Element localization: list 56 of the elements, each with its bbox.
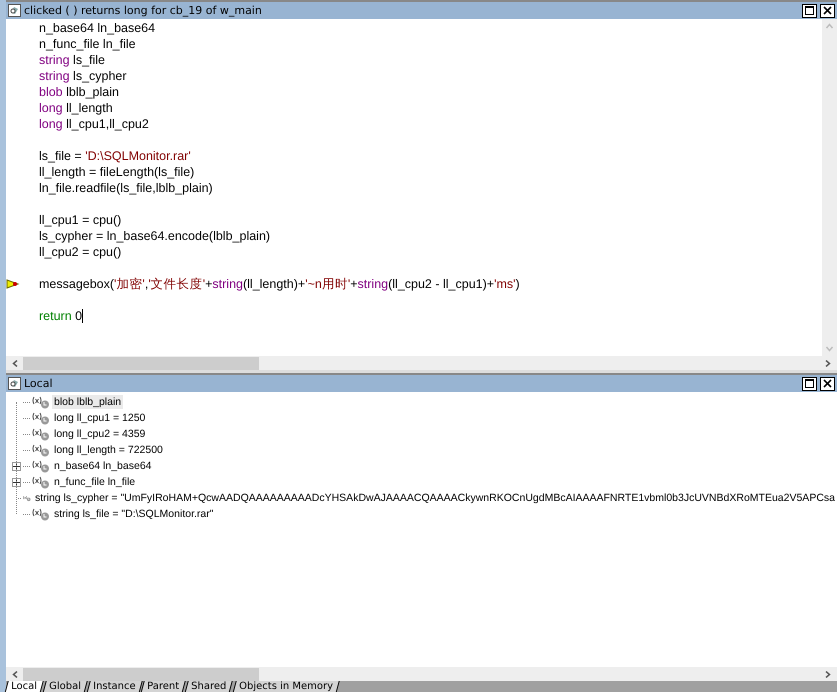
code-line: ls_file = 'D:\SQLMonitor.rar'	[39, 149, 191, 163]
pane-title: clicked ( ) returns long for cb_19 of w_main	[24, 4, 263, 17]
variable-item[interactable]: blob lblb_plain	[52, 395, 124, 409]
variable-icon	[32, 412, 50, 424]
tab[interactable]: Objects in Memory	[232, 681, 340, 692]
variable-icon	[32, 508, 50, 520]
variable-item[interactable]: n_base64 ln_base64	[52, 459, 154, 473]
code-line: ll_length = fileLength(ls_file)	[39, 165, 194, 179]
tab[interactable]: Shared	[184, 681, 234, 692]
tab[interactable]: Global	[42, 681, 88, 692]
scroll-left-icon[interactable]	[12, 360, 19, 366]
scroll-right-icon[interactable]	[824, 360, 831, 366]
code-line: n_base64 ln_base64	[39, 21, 156, 35]
maximize-button[interactable]	[802, 376, 817, 390]
code-line: string ls_cypher	[39, 69, 127, 83]
variable-icon	[32, 444, 50, 456]
scrollbar-thumb[interactable]	[23, 356, 259, 370]
scrollbar-thumb[interactable]	[23, 668, 259, 680]
close-button[interactable]	[820, 4, 835, 18]
code-line: ll_cpu2 = cpu()	[39, 245, 122, 259]
code-line: ll_cpu1 = cpu()	[39, 213, 122, 227]
variable-item[interactable]: long ll_cpu1 = 1250	[52, 411, 148, 425]
window-icon	[8, 4, 21, 17]
variable-item[interactable]: long ll_length = 722500	[52, 443, 165, 457]
tab[interactable]: Instance	[86, 681, 142, 692]
close-button[interactable]	[820, 376, 835, 390]
tab[interactable]: Parent	[140, 681, 186, 692]
expand-icon[interactable]	[12, 462, 21, 470]
maximize-button[interactable]	[802, 4, 817, 18]
variable-item[interactable]: string ls_file = "D:\SQLMonitor.rar"	[52, 507, 216, 521]
code-line: blob lblb_plain	[39, 85, 119, 99]
expand-icon[interactable]	[12, 478, 21, 486]
code-line: long ll_cpu1,ll_cpu2	[39, 117, 149, 131]
code-line: messagebox('加密','文件长度'+string(ll_length)+'~n用时'+string(ll_cpu2 - ll_cpu1)+'ms')	[39, 276, 520, 292]
variable-item[interactable]: string ls_cypher = "UmFyIRoHAM+QcwAADQAAAAAAAAADcYHSAkDwAJAAAACQAAAACkywnRKOCnUgdMBcAIAAAAFNRTE1vbml0b3JcUVNBdXRoMTEua2V5APCsa	[32, 491, 837, 505]
pane-title: Local	[24, 377, 54, 390]
code-line: ls_cypher = ln_base64.encode(lblb_plain)	[39, 229, 270, 243]
scroll-right-icon[interactable]	[824, 670, 831, 678]
variable-icon	[32, 476, 50, 488]
code-line: n_func_file ln_file	[39, 37, 136, 51]
variable-icon	[32, 396, 50, 408]
scroll-left-icon[interactable]	[12, 670, 19, 678]
code-line: return 0	[39, 309, 82, 323]
close-icon	[823, 6, 832, 15]
close-icon	[823, 379, 832, 388]
tab[interactable]: Local	[4, 681, 44, 692]
window-icon	[8, 377, 21, 390]
code-line: string ls_file	[39, 53, 106, 67]
variable-icon	[32, 460, 50, 472]
code-line: ln_file.readfile(ls_file,lblb_plain)	[39, 181, 213, 195]
maximize-icon	[805, 379, 814, 388]
variable-item[interactable]: n_func_file ln_file	[52, 475, 138, 489]
variable-item[interactable]: long ll_cpu2 = 4359	[52, 427, 148, 441]
code-line: long ll_length	[39, 101, 113, 115]
variable-icon	[32, 428, 50, 440]
maximize-icon	[805, 6, 814, 15]
